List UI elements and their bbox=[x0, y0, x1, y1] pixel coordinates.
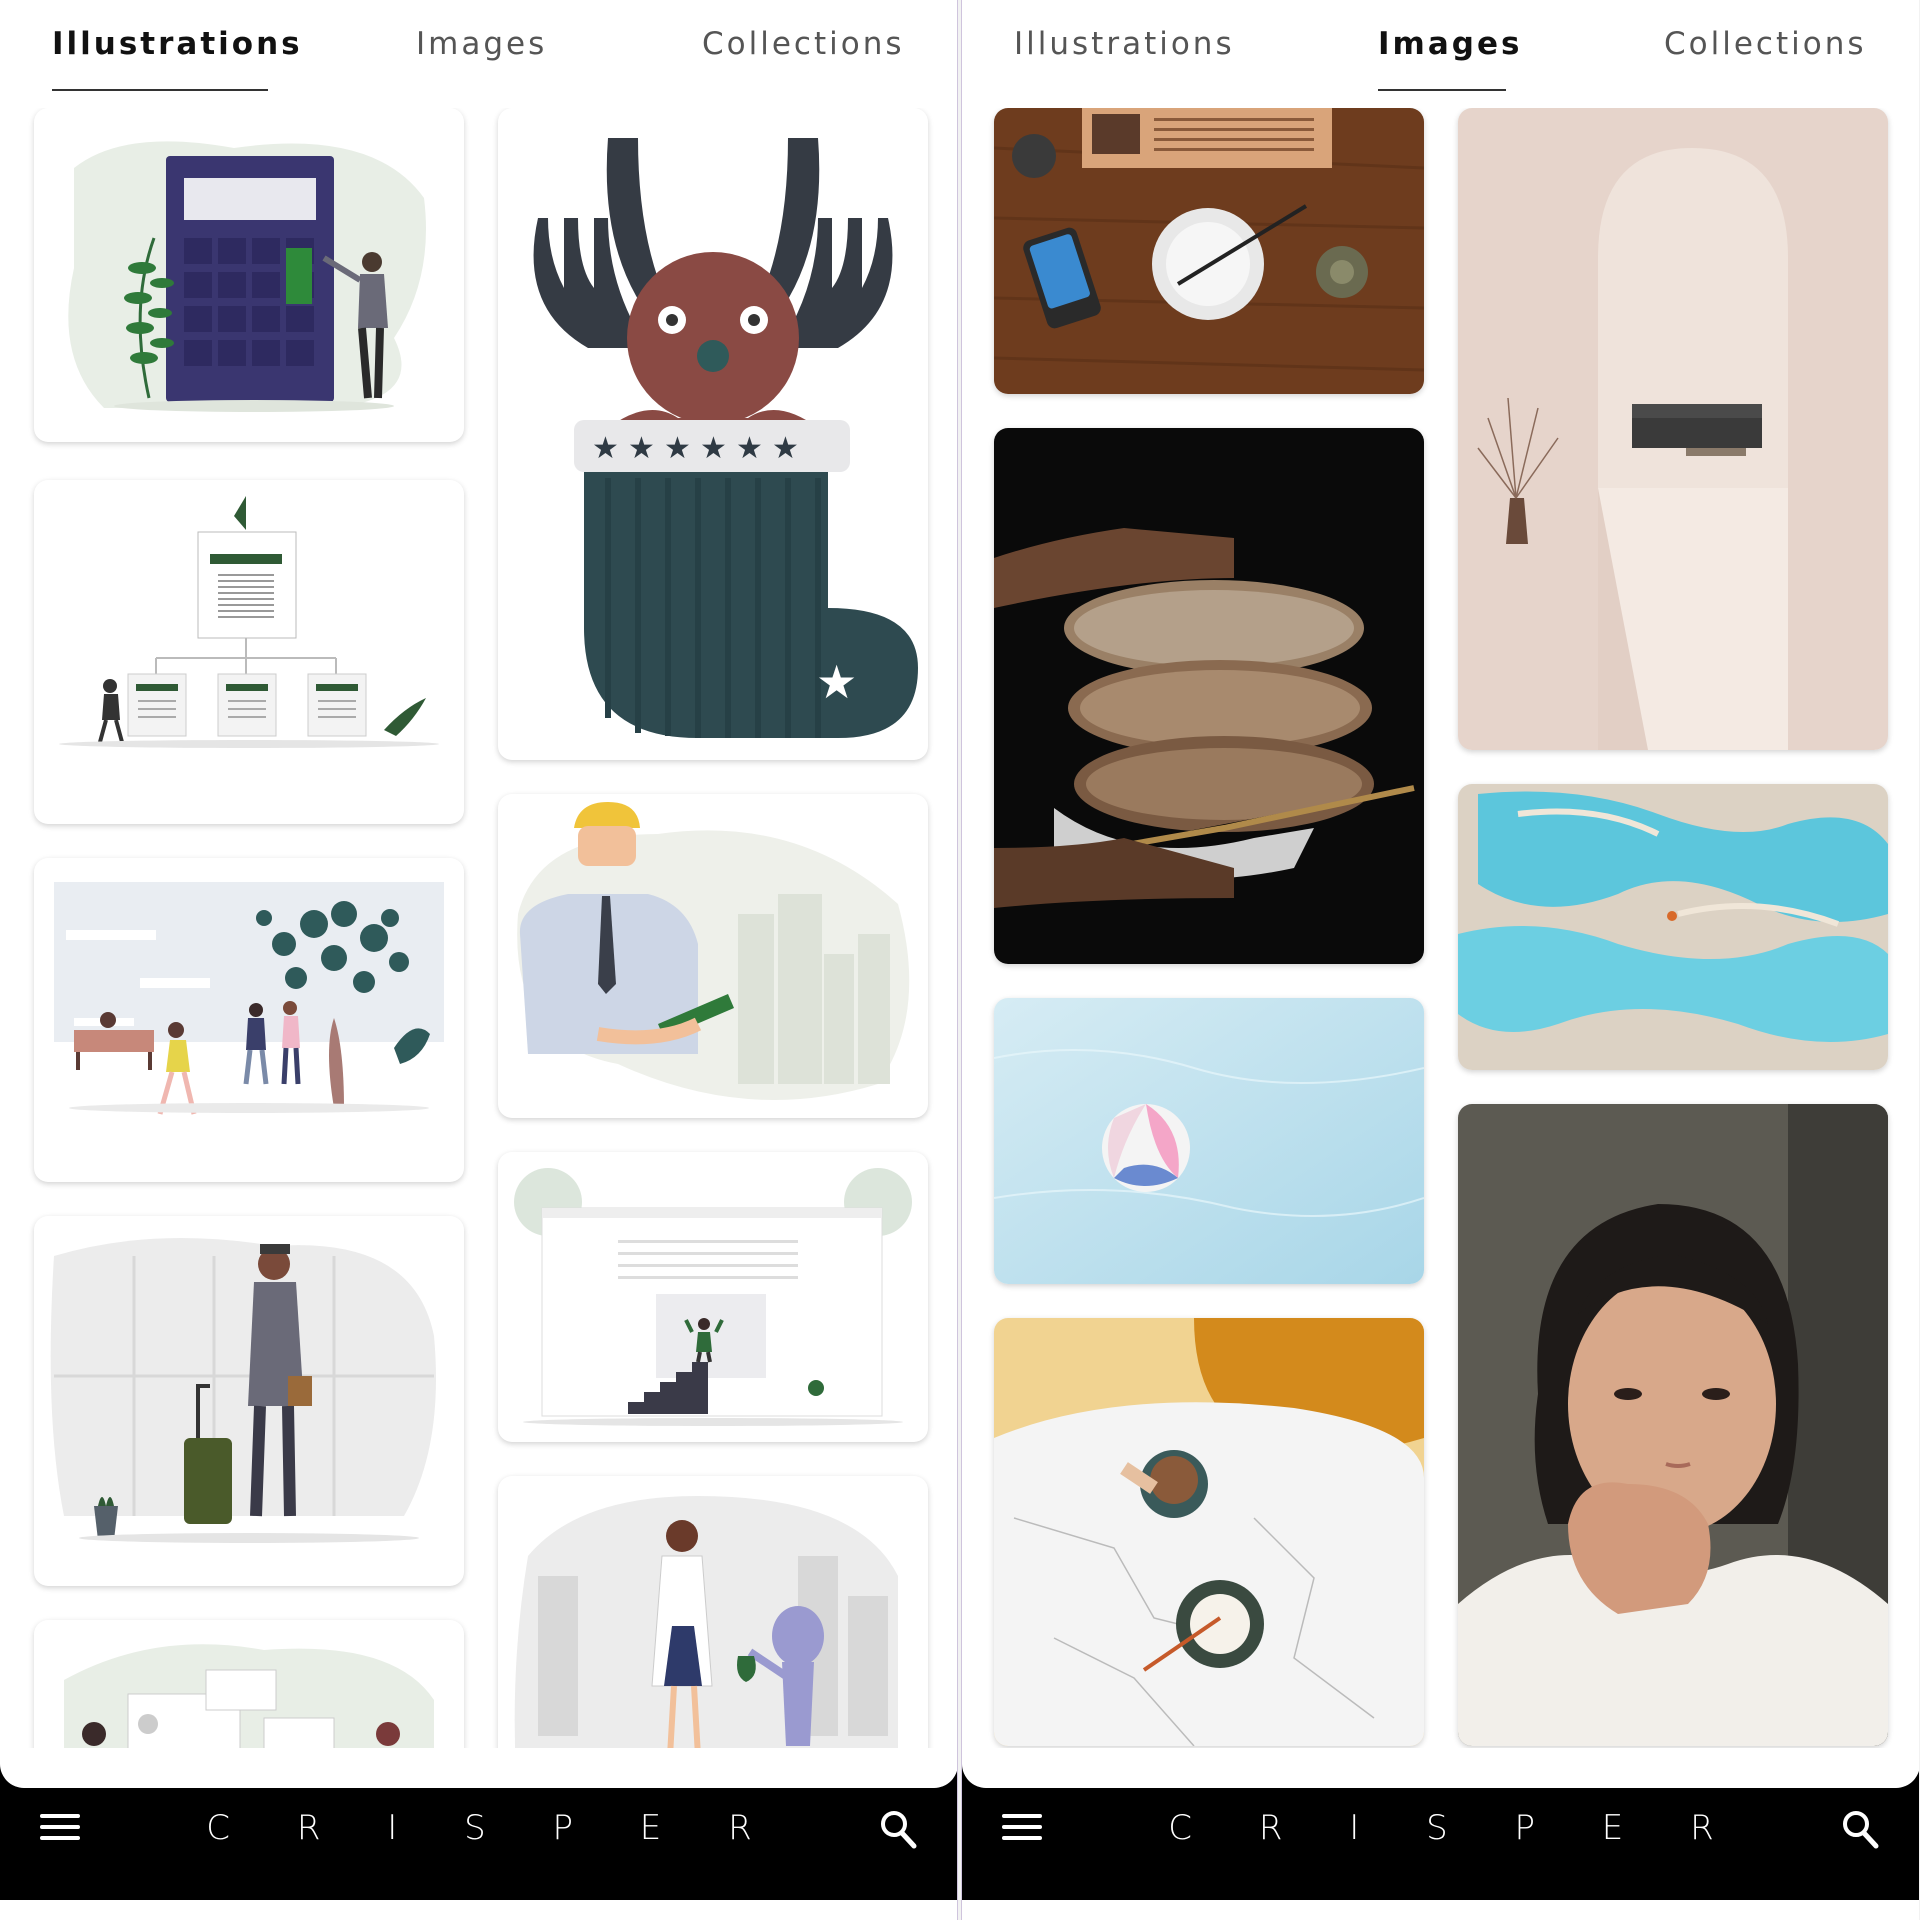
active-tab-indicator bbox=[1378, 89, 1506, 91]
svg-text:★: ★ bbox=[628, 431, 655, 466]
active-tab-indicator bbox=[52, 89, 268, 91]
card-document-hierarchy[interactable] bbox=[34, 480, 464, 824]
table-bowl-phone-photo bbox=[994, 108, 1424, 394]
svg-text:★: ★ bbox=[700, 431, 727, 466]
card-calculator[interactable] bbox=[34, 108, 464, 442]
app-stage: Illustrations Images Collections ★ ★ ★ ★… bbox=[0, 0, 1920, 1920]
content-bottom-edge bbox=[962, 1748, 1919, 1788]
tab-bar: Illustrations Images Collections bbox=[0, 0, 957, 100]
svg-text:★: ★ bbox=[772, 431, 799, 466]
scientist-alien-illustration bbox=[514, 1496, 898, 1778]
turquoise-pools-photo bbox=[1458, 784, 1888, 1070]
interior-arch-photo bbox=[1458, 108, 1888, 750]
engineer-tablet-illustration bbox=[517, 802, 910, 1100]
image-grid bbox=[962, 108, 1919, 1778]
svg-text:★: ★ bbox=[592, 431, 619, 466]
bread-loaves-photo bbox=[994, 428, 1424, 964]
card-woman-portrait[interactable] bbox=[1458, 1104, 1888, 1746]
woman-portrait-photo bbox=[1458, 1104, 1888, 1746]
document-hierarchy-illustration bbox=[59, 496, 439, 748]
card-website-stairs[interactable] bbox=[498, 1152, 928, 1442]
card-turquoise-pools[interactable] bbox=[1458, 784, 1888, 1070]
reindeer-stocking-illustration: ★ ★ ★ ★ ★ ★ ★ bbox=[533, 138, 918, 738]
svg-text:★: ★ bbox=[736, 431, 763, 466]
beach-ball-water-photo bbox=[994, 998, 1424, 1284]
calculator-illustration bbox=[68, 141, 427, 412]
website-stairs-illustration bbox=[514, 1168, 912, 1426]
tab-bar: Illustrations Images Collections bbox=[962, 0, 1919, 100]
brand-logo-text: C R I S P E R bbox=[206, 1808, 780, 1848]
illustrations-screen: Illustrations Images Collections ★ ★ ★ ★… bbox=[0, 0, 958, 1920]
images-screen: Illustrations Images Collections C R I S… bbox=[961, 0, 1919, 1920]
search-icon[interactable] bbox=[878, 1808, 918, 1850]
tab-images[interactable]: Images bbox=[416, 26, 547, 62]
tab-collections[interactable]: Collections bbox=[1664, 26, 1867, 62]
tab-images[interactable]: Images bbox=[1378, 26, 1522, 62]
tab-collections[interactable]: Collections bbox=[702, 26, 905, 62]
card-scientist-alien[interactable] bbox=[498, 1476, 928, 1778]
card-bread-loaves[interactable] bbox=[994, 428, 1424, 964]
svg-text:★: ★ bbox=[816, 655, 857, 709]
marble-table-cups-photo bbox=[994, 1318, 1424, 1746]
park-people-illustration bbox=[54, 882, 444, 1115]
card-beach-ball-water[interactable] bbox=[994, 998, 1424, 1284]
card-engineer-tablet[interactable] bbox=[498, 794, 928, 1118]
illustration-grid: ★ ★ ★ ★ ★ ★ ★ bbox=[0, 108, 957, 1778]
tab-illustrations[interactable]: Illustrations bbox=[52, 26, 303, 62]
card-table-bowl-phone[interactable] bbox=[994, 108, 1424, 394]
brand-logo-text: C R I S P E R bbox=[1168, 1808, 1742, 1848]
tab-illustrations[interactable]: Illustrations bbox=[1014, 26, 1235, 62]
svg-text:★: ★ bbox=[664, 431, 691, 466]
card-interior-arch[interactable] bbox=[1458, 108, 1888, 750]
search-icon[interactable] bbox=[1840, 1808, 1880, 1850]
card-park-people[interactable] bbox=[34, 858, 464, 1182]
traveler-phone-illustration bbox=[50, 1238, 437, 1543]
card-reindeer-stocking[interactable]: ★ ★ ★ ★ ★ ★ ★ bbox=[498, 108, 928, 760]
content-bottom-edge bbox=[0, 1748, 957, 1788]
card-marble-table-cups[interactable] bbox=[994, 1318, 1424, 1746]
card-traveler-phone[interactable] bbox=[34, 1216, 464, 1586]
